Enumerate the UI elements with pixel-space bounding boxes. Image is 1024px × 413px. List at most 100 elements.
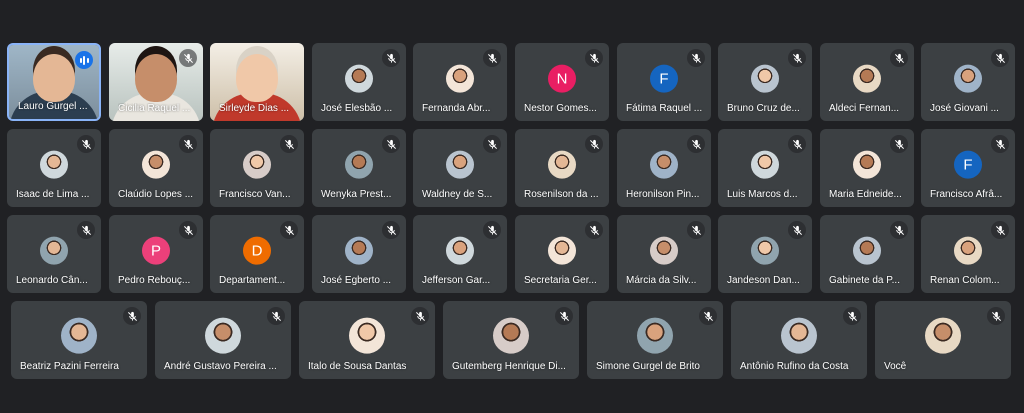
avatar-letter: N xyxy=(548,64,576,93)
mic-off-icon xyxy=(788,221,806,239)
participant-name: Gutemberg Henrique Di... xyxy=(452,361,566,372)
participant-tile[interactable]: José Egberto ... xyxy=(312,215,406,293)
participant-name: Gabinete da P... xyxy=(829,275,900,286)
avatar xyxy=(40,236,68,265)
participant-name: Lauro Gurgel ... xyxy=(18,101,88,112)
mic-off-icon xyxy=(890,221,908,239)
participant-tile[interactable]: Gutemberg Henrique Di... xyxy=(443,301,579,379)
avatar xyxy=(142,150,170,179)
participant-name: Jandeson Dan... xyxy=(727,275,800,286)
participant-name: José Elesbão ... xyxy=(321,103,393,114)
avatar xyxy=(345,64,373,93)
participant-name: Você xyxy=(884,361,907,372)
avatar xyxy=(751,150,779,179)
participant-tile[interactable]: Renan Colom... xyxy=(921,215,1015,293)
avatar xyxy=(548,236,576,265)
participant-tile[interactable]: Isaac de Lima ... xyxy=(7,129,101,207)
mic-off-icon xyxy=(687,49,705,67)
participant-name: Renan Colom... xyxy=(930,275,1000,286)
mic-off-icon xyxy=(788,49,806,67)
participant-tile[interactable]: Italo de Sousa Dantas xyxy=(299,301,435,379)
participant-tile[interactable]: André Gustavo Pereira ... xyxy=(155,301,291,379)
avatar xyxy=(205,317,241,354)
participant-tile[interactable]: Claúdio Lopes ... xyxy=(109,129,203,207)
avatar xyxy=(243,150,271,179)
participant-tile[interactable]: Heronilson Pin... xyxy=(617,129,711,207)
participant-name: Wenyka Prest... xyxy=(321,189,392,200)
participant-name: Italo de Sousa Dantas xyxy=(308,361,407,372)
participant-tile[interactable]: Jandeson Dan... xyxy=(718,215,812,293)
participant-tile[interactable]: Wenyka Prest... xyxy=(312,129,406,207)
participant-tile[interactable]: Maria Edneide... xyxy=(820,129,914,207)
participant-name: Antônio Rufino da Costa xyxy=(740,361,849,372)
mic-off-icon xyxy=(585,49,603,67)
participant-tile[interactable]: F Fátima Raquel ... xyxy=(617,43,711,121)
participant-name: André Gustavo Pereira ... xyxy=(164,361,277,372)
participant-tile[interactable]: Fernanda Abr... xyxy=(413,43,507,121)
avatar xyxy=(40,150,68,179)
avatar xyxy=(925,317,961,354)
participant-name: Heronilson Pin... xyxy=(626,189,700,200)
participant-tile[interactable]: Waldney de S... xyxy=(413,129,507,207)
participant-name: Isaac de Lima ... xyxy=(16,189,90,200)
avatar-letter: D xyxy=(243,236,271,265)
mic-off-icon xyxy=(179,221,197,239)
participant-name: Secretaria Ger... xyxy=(524,275,597,286)
participant-tile[interactable]: Gabinete da P... xyxy=(820,215,914,293)
participant-tile[interactable]: N Nestor Gomes... xyxy=(515,43,609,121)
participant-name: Nestor Gomes... xyxy=(524,103,597,114)
mic-off-icon xyxy=(699,307,717,325)
mic-off-icon xyxy=(843,307,861,325)
participant-tile[interactable]: Antônio Rufino da Costa xyxy=(731,301,867,379)
participant-tile[interactable]: Bruno Cruz de... xyxy=(718,43,812,121)
avatar xyxy=(751,64,779,93)
participant-tile[interactable]: P Pedro Rebouç... xyxy=(109,215,203,293)
participant-name: Cicilia Raquel ... xyxy=(118,103,191,114)
avatar xyxy=(650,236,678,265)
participant-tile[interactable]: Jefferson Gar... xyxy=(413,215,507,293)
mic-off-icon xyxy=(280,135,298,153)
participant-tile[interactable]: Rosenilson da ... xyxy=(515,129,609,207)
mic-off-icon xyxy=(585,135,603,153)
mic-off-icon xyxy=(382,49,400,67)
mic-off-icon xyxy=(77,135,95,153)
avatar xyxy=(751,236,779,265)
participant-name: Bruno Cruz de... xyxy=(727,103,800,114)
participant-name: Pedro Rebouç... xyxy=(118,275,191,286)
mic-off-icon xyxy=(280,221,298,239)
participant-tile[interactable]: Simone Gurgel de Brito xyxy=(587,301,723,379)
participant-tile[interactable]: Sirleyde Dias ... xyxy=(210,43,304,121)
participant-name: Francisco Afrâ... xyxy=(930,189,1003,200)
participant-tile[interactable]: Leonardo Cân... xyxy=(7,215,101,293)
participant-tile[interactable]: José Elesbão ... xyxy=(312,43,406,121)
avatar xyxy=(61,317,97,354)
participant-name: Simone Gurgel de Brito xyxy=(596,361,700,372)
avatar xyxy=(954,64,982,93)
participant-tile[interactable]: Você xyxy=(875,301,1011,379)
avatar xyxy=(493,317,529,354)
participant-name: Claúdio Lopes ... xyxy=(118,189,194,200)
participant-tile[interactable]: Aldeci Fernan... xyxy=(820,43,914,121)
participant-tile[interactable]: D Departament... xyxy=(210,215,304,293)
participant-name: Maria Edneide... xyxy=(829,189,902,200)
avatar xyxy=(446,236,474,265)
participant-tile[interactable]: José Giovani ... xyxy=(921,43,1015,121)
speaking-indicator-icon xyxy=(75,51,93,69)
avatar xyxy=(446,150,474,179)
participant-tile[interactable]: Lauro Gurgel ... xyxy=(7,43,101,121)
mic-off-icon xyxy=(991,221,1009,239)
participant-tile[interactable]: Secretaria Ger... xyxy=(515,215,609,293)
mic-off-icon xyxy=(991,135,1009,153)
mic-off-icon xyxy=(123,307,141,325)
participant-name: José Giovani ... xyxy=(930,103,999,114)
participant-tile[interactable]: F Francisco Afrâ... xyxy=(921,129,1015,207)
mic-off-icon xyxy=(77,221,95,239)
participant-tile[interactable]: Luis Marcos d... xyxy=(718,129,812,207)
participant-tile[interactable]: Beatriz Pazini Ferreira xyxy=(11,301,147,379)
avatar xyxy=(446,64,474,93)
participant-tile[interactable]: Francisco Van... xyxy=(210,129,304,207)
participant-tile[interactable]: Cicilia Raquel ... xyxy=(109,43,203,121)
avatar xyxy=(345,236,373,265)
participant-tile[interactable]: Márcia da Silv... xyxy=(617,215,711,293)
mic-off-icon xyxy=(267,307,285,325)
